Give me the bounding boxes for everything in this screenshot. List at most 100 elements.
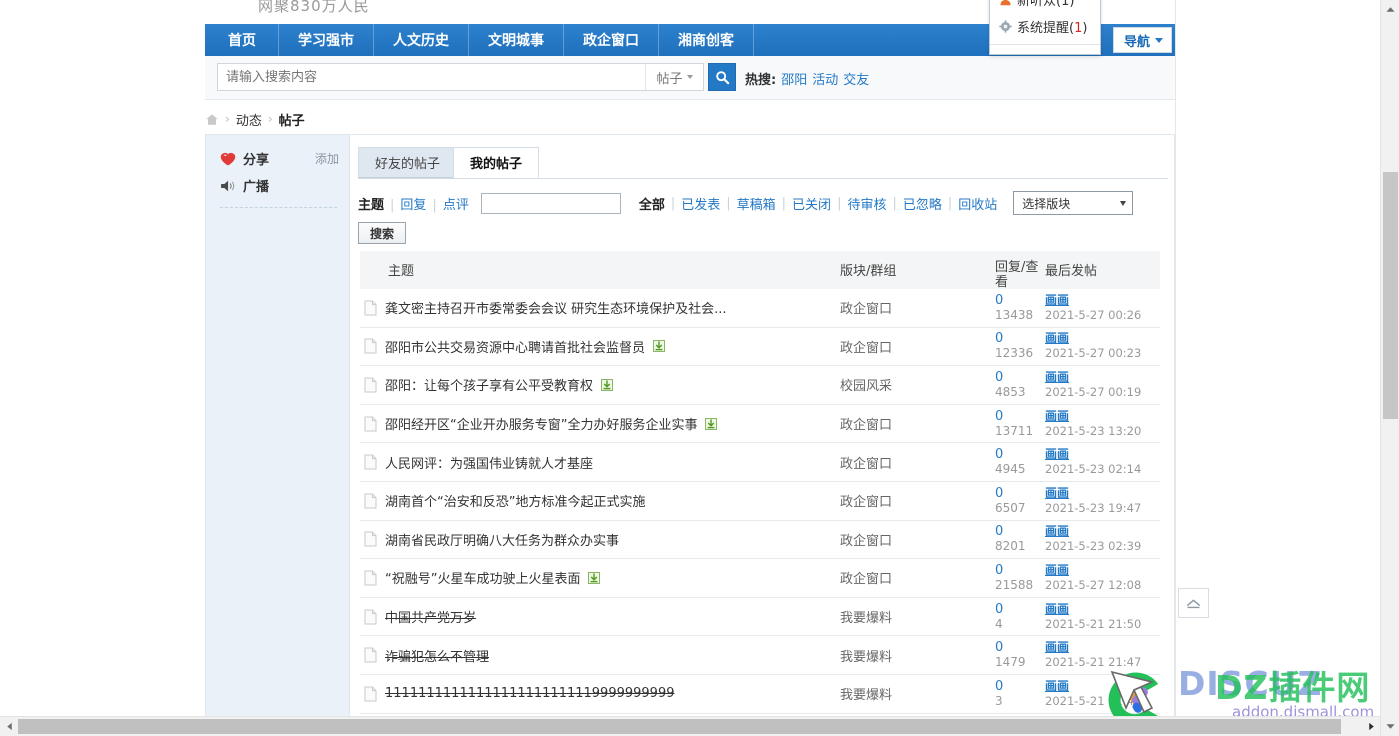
sidebar-add-link[interactable]: 添加 <box>315 150 339 167</box>
forum-select[interactable]: 选择版块 <box>1013 191 1134 215</box>
table-row[interactable]: 邵阳经开区“企业开办服务专窗”全力办好服务企业实事 政企窗口 0 13711 画画 202… <box>360 405 1160 444</box>
nav-history[interactable]: 人文历史 <box>374 24 469 56</box>
post-title-link[interactable]: 中国共产党万岁 <box>385 607 476 626</box>
nav-maker[interactable]: 湘商创客 <box>659 24 754 56</box>
table-row[interactable]: 人民网评：为强国伟业铸就人才基座 政企窗口 0 4945 画画 2021-5-23 02:… <box>360 443 1160 482</box>
last-post-author[interactable]: 画画 <box>1045 602 1069 616</box>
last-post-date: 2021-5-21 21:47 <box>1045 655 1142 670</box>
filter-search-button[interactable]: 搜索 <box>358 222 407 244</box>
nav-city[interactable]: 文明城事 <box>469 24 564 56</box>
keyword-input[interactable] <box>480 192 621 214</box>
cell-forum[interactable]: 我要爆料 <box>840 684 995 703</box>
cell-subject: 邵阳市公共交易资源中心聘请首批社会监督员 <box>360 337 840 356</box>
filter-type-1[interactable]: 回复 <box>400 198 426 213</box>
back-to-top-button[interactable] <box>1178 588 1209 618</box>
post-title-link[interactable]: 邵阳：让每个孩子享有公平受教育权 <box>385 375 593 394</box>
tab-friends-posts[interactable]: 好友的帖子 <box>358 147 458 178</box>
hot-search-item[interactable]: 邵阳 <box>781 73 807 88</box>
vertical-scrollbar-thumb[interactable] <box>1383 172 1398 419</box>
last-post-date: 2021-5-21 21:42 <box>1045 693 1142 708</box>
table-row[interactable]: 诈骗犯怎么不管理 我要爆料 0 1479 画画 2021-5-21 21:47 <box>360 636 1160 675</box>
breadcrumb-item-dynamic[interactable]: 动态 <box>236 110 262 129</box>
cell-forum[interactable]: 校园风采 <box>840 375 995 394</box>
table-row[interactable]: 龚文密主持召开市委常委会会议 研究生态环境保护及社会... 政企窗口 0 13438 画… <box>360 289 1160 328</box>
hot-search-item[interactable]: 交友 <box>843 73 869 88</box>
column-header-last-post: 最后发帖 <box>1045 264 1098 279</box>
cell-forum[interactable]: 政企窗口 <box>840 491 995 510</box>
last-post-author[interactable]: 画画 <box>1045 370 1069 384</box>
cell-reply-views: 0 21588 <box>995 563 1045 593</box>
post-title-link[interactable]: “祝融号”火星车成功驶上火星表面 <box>385 568 580 587</box>
last-post-author[interactable]: 画画 <box>1045 679 1069 693</box>
table-row[interactable]: “祝融号”火星车成功驶上火星表面 政企窗口 0 21588 画画 2021-5-27 12… <box>360 559 1160 598</box>
cell-forum[interactable]: 政企窗口 <box>840 337 995 356</box>
cell-forum[interactable]: 政企窗口 <box>840 298 995 317</box>
post-title-link[interactable]: 湖南首个“治安和反恐”地方标准今起正式实施 <box>385 491 645 510</box>
cell-reply-views: 0 1479 <box>995 640 1045 670</box>
post-title-link[interactable]: 11111111111111111111111119999999999 <box>385 686 675 701</box>
filter-status-4[interactable]: 待审核 <box>847 194 886 213</box>
nav-gov[interactable]: 政企窗口 <box>564 24 659 56</box>
cell-forum[interactable]: 我要爆料 <box>840 607 995 626</box>
last-post-author[interactable]: 画画 <box>1045 293 1069 307</box>
cell-forum[interactable]: 政企窗口 <box>840 530 995 549</box>
cell-reply-views: 0 13438 <box>995 293 1045 323</box>
scroll-left-button[interactable] <box>0 717 18 736</box>
notification-item-system[interactable]: 系统提醒(1) <box>990 13 1100 40</box>
post-title-link[interactable]: 龚文密主持召开市委常委会会议 研究生态环境保护及社会... <box>385 298 727 317</box>
post-title-link[interactable]: 人民网评：为强国伟业铸就人才基座 <box>385 453 593 472</box>
table-row[interactable]: 邵阳市公共交易资源中心聘请首批社会监督员 政企窗口 0 12336 画画 2021-5-2… <box>360 328 1160 367</box>
sidebar-item-broadcast[interactable]: 广播 <box>206 170 349 197</box>
chevron-right-icon <box>1368 722 1374 731</box>
nav-home[interactable]: 首页 <box>205 24 279 56</box>
filter-status-5[interactable]: 已忽略 <box>903 194 942 213</box>
last-post-date: 2021-5-23 13:20 <box>1045 423 1142 438</box>
cell-forum[interactable]: 政企窗口 <box>840 414 995 433</box>
post-title-link[interactable]: 诈骗犯怎么不管理 <box>385 646 489 665</box>
cell-forum[interactable]: 政企窗口 <box>840 453 995 472</box>
filter-type-2[interactable]: 点评 <box>443 198 469 213</box>
last-post-author[interactable]: 画画 <box>1045 563 1069 577</box>
search-submit-button[interactable] <box>708 63 736 91</box>
last-post-author[interactable]: 画画 <box>1045 640 1069 654</box>
nav-study[interactable]: 学习强市 <box>279 24 374 56</box>
filter-status-0[interactable]: 全部 <box>639 194 665 213</box>
last-post-author[interactable]: 画画 <box>1045 331 1069 345</box>
filter-type-0[interactable]: 主题 <box>358 198 384 213</box>
filter-status-1[interactable]: 已发表 <box>681 194 720 213</box>
table-row[interactable]: 湖南首个“治安和反恐”地方标准今起正式实施 政企窗口 0 6507 画画 2021-5-2… <box>360 482 1160 521</box>
last-post-author[interactable]: 画画 <box>1045 524 1069 538</box>
vertical-scrollbar[interactable] <box>1380 0 1399 736</box>
scroll-right-button[interactable] <box>1362 717 1380 736</box>
nav-more-button[interactable]: 导航 <box>1112 27 1172 53</box>
scroll-down-button[interactable] <box>1381 717 1399 736</box>
scroll-up-button[interactable] <box>1381 0 1399 19</box>
filter-status-6[interactable]: 回收站 <box>958 194 997 213</box>
hot-search-item[interactable]: 活动 <box>812 73 838 88</box>
horizontal-scrollbar[interactable] <box>0 716 1380 736</box>
table-row[interactable]: 湖南省民政厅明确八大任务为群众办实事 政企窗口 0 8201 画画 2021-5-23 0… <box>360 521 1160 560</box>
table-row[interactable]: 11111111111111111111111119999999999 我要爆料 0… <box>360 675 1160 714</box>
notification-item-new-listener[interactable]: 新听众(1) <box>990 0 1100 13</box>
filter-status-2[interactable]: 草稿箱 <box>737 194 776 213</box>
sidebar-item-share[interactable]: 分享 添加 <box>206 143 349 170</box>
horizontal-scrollbar-thumb[interactable] <box>18 719 1341 734</box>
home-icon[interactable] <box>205 113 219 126</box>
table-row[interactable]: 中国共产党万岁 我要爆料 0 4 画画 2021-5-21 21:50 <box>360 598 1160 637</box>
view-count: 13438 <box>995 307 1034 322</box>
last-post-author[interactable]: 画画 <box>1045 409 1069 423</box>
post-title-link[interactable]: 邵阳市公共交易资源中心聘请首批社会监督员 <box>385 337 645 356</box>
filter-status-3[interactable]: 已关闭 <box>792 194 831 213</box>
search-type-dropdown[interactable]: 帖子 <box>645 64 703 90</box>
post-title-link[interactable]: 邵阳经开区“企业开办服务专窗”全力办好服务企业实事 <box>385 414 697 433</box>
last-post-author[interactable]: 画画 <box>1045 486 1069 500</box>
table-row[interactable]: 邵阳：让每个孩子享有公平受教育权 校园风采 0 4853 画画 2021-5-27 00:… <box>360 366 1160 405</box>
attachment-icon <box>705 417 718 430</box>
cell-forum[interactable]: 我要爆料 <box>840 646 995 665</box>
last-post-author[interactable]: 画画 <box>1045 447 1069 461</box>
post-title-link[interactable]: 湖南省民政厅明确八大任务为群众办实事 <box>385 530 619 549</box>
filter-separator: | <box>670 195 676 211</box>
cell-forum[interactable]: 政企窗口 <box>840 568 995 587</box>
tab-my-posts[interactable]: 我的帖子 <box>453 147 540 178</box>
search-input[interactable] <box>218 64 645 90</box>
